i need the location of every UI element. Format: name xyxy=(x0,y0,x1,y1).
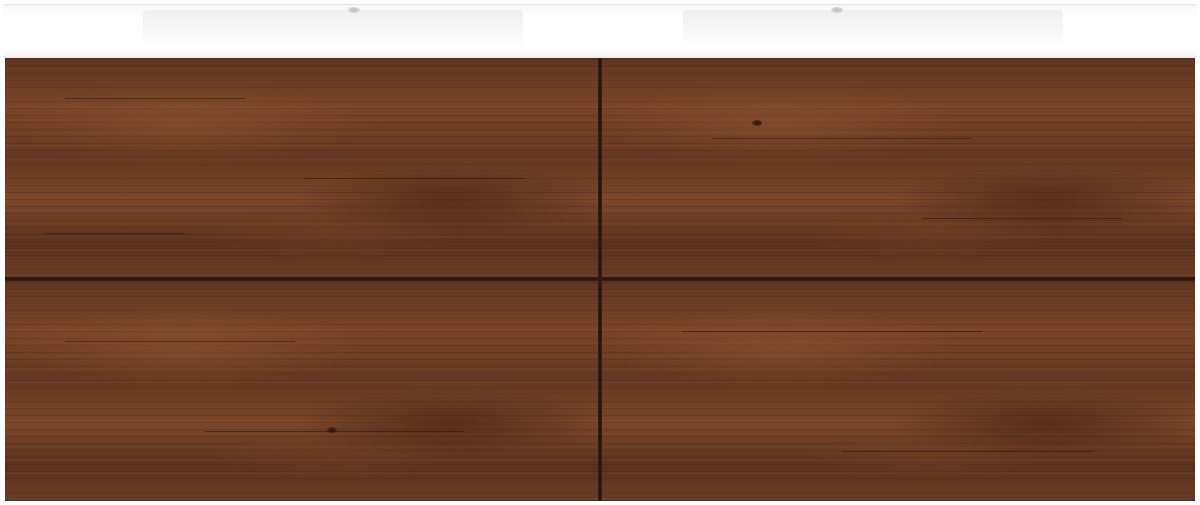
left-tap-hole xyxy=(348,7,360,13)
wood-grain-line xyxy=(922,218,1122,219)
wood-knot xyxy=(327,427,337,433)
wood-grain-line xyxy=(842,451,1092,452)
wood-grain-line xyxy=(45,233,185,234)
wood-grain-line xyxy=(65,341,295,342)
drawer-bottom-left xyxy=(5,281,598,500)
left-basin xyxy=(143,10,523,48)
drawer-top-left xyxy=(5,58,598,277)
drawer-bottom-right xyxy=(602,281,1195,500)
wood-grain-line xyxy=(305,178,525,179)
wood-grain-line xyxy=(682,331,982,332)
drawer-divider-vertical xyxy=(598,58,602,501)
drawer-top-right xyxy=(602,58,1195,277)
wood-grain-line xyxy=(65,98,245,99)
wood-cabinet xyxy=(5,58,1195,501)
vanity-photo xyxy=(0,0,1200,505)
right-tap-hole xyxy=(831,7,843,13)
wood-knot xyxy=(752,120,762,126)
wood-grain-line xyxy=(205,431,465,432)
right-basin xyxy=(683,10,1063,48)
white-countertop xyxy=(3,4,1197,58)
wood-grain-line xyxy=(712,138,972,139)
